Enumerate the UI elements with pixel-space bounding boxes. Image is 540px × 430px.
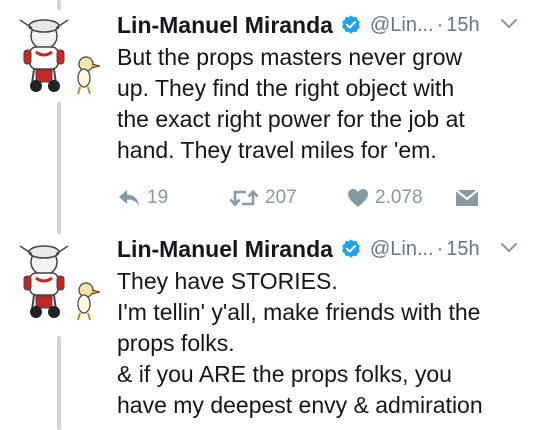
chevron-down-icon[interactable] bbox=[500, 18, 518, 30]
tweet[interactable]: Lin-Manuel Miranda @Lin... · 15h They ha… bbox=[0, 232, 540, 430]
retweet-count: 207 bbox=[265, 187, 297, 208]
tweet-text: They have STORIES. I'm tellin' y'all, ma… bbox=[117, 266, 524, 421]
like-button[interactable]: 2.078 bbox=[347, 187, 455, 209]
tweet-text-line: hand. They travel miles for 'em. bbox=[117, 137, 437, 163]
timestamp[interactable]: 15h bbox=[446, 14, 479, 37]
timestamp[interactable]: 15h bbox=[446, 238, 479, 261]
direct-message-button[interactable] bbox=[455, 189, 479, 207]
avatar[interactable] bbox=[10, 240, 102, 322]
avatar[interactable] bbox=[10, 14, 102, 96]
reply-button[interactable]: 19 bbox=[117, 187, 229, 209]
reply-icon bbox=[119, 190, 139, 206]
retweet-button[interactable]: 207 bbox=[229, 187, 347, 209]
tweet-text-line: have my deepest envy & admiration bbox=[117, 392, 483, 418]
tweet-text-line: props folks. bbox=[117, 330, 235, 356]
tweet-text-line: the exact right power for the job at bbox=[117, 106, 465, 132]
author-name[interactable]: Lin-Manuel Miranda bbox=[117, 12, 333, 39]
tweet-text-line: up. They find the right object with bbox=[117, 75, 455, 101]
tweet-text-line: They have STORIES. bbox=[117, 268, 338, 294]
separator: · bbox=[436, 237, 444, 260]
reply-count: 19 bbox=[147, 187, 169, 208]
author-handle[interactable]: @Lin... bbox=[370, 238, 434, 261]
tweet-actions: 19 207 2.078 bbox=[117, 182, 524, 214]
like-count: 2.078 bbox=[375, 187, 423, 208]
tweet-text-line: & if you ARE the props folks, you bbox=[117, 361, 452, 387]
tweet-text-line: But the props masters never grow bbox=[117, 44, 463, 70]
verified-badge-icon bbox=[342, 239, 360, 258]
author-name[interactable]: Lin-Manuel Miranda bbox=[117, 236, 333, 263]
retweet-icon bbox=[229, 190, 259, 206]
envelope-icon bbox=[455, 189, 479, 206]
verified-badge-icon bbox=[342, 15, 360, 34]
author-handle[interactable]: @Lin... bbox=[370, 14, 434, 37]
heart-icon bbox=[348, 189, 368, 207]
tweet-text: But the props masters never grow up. The… bbox=[117, 42, 524, 166]
chevron-down-icon[interactable] bbox=[500, 242, 518, 254]
tweet-text-line: I'm tellin' y'all, make friends with the bbox=[117, 299, 481, 325]
separator: · bbox=[436, 13, 444, 36]
tweet[interactable]: Lin-Manuel Miranda @Lin... · 15h But the… bbox=[0, 0, 540, 230]
